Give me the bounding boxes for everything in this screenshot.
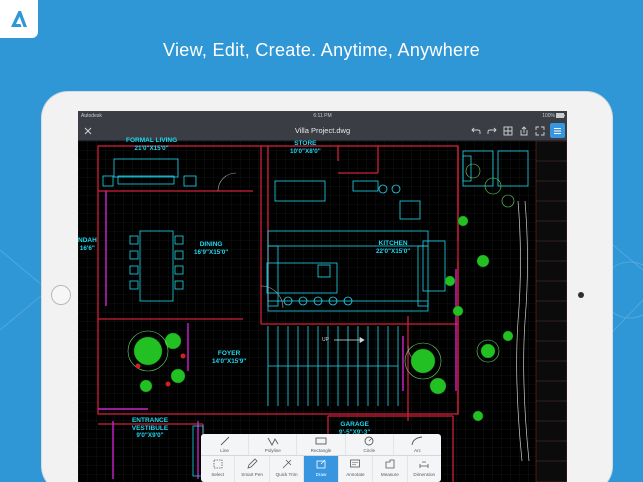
room-entrance-vestibule: ENTRANCE VESTIBULE 9'0"X9'0" (126, 417, 174, 440)
tool-label: Select (211, 472, 225, 477)
room-dims: 16'9"X15'0" (194, 248, 229, 256)
tool-label: Quick Trim (275, 472, 298, 477)
tool-quick-trim[interactable]: Quick Trim (270, 456, 305, 482)
tool-label: Smart Pen (241, 472, 263, 477)
arc-icon (411, 436, 423, 446)
room-name: STORE (294, 140, 317, 147)
circle-icon (364, 436, 374, 446)
headline: View, Edit, Create. Anytime, Anywhere (163, 40, 480, 60)
tool-circle[interactable]: Circle (346, 434, 394, 455)
tool-label: Arc (413, 448, 421, 453)
tool-measure[interactable]: Measure (373, 456, 408, 482)
room-name: NDAH (78, 237, 97, 244)
tool-label: Draw (315, 472, 327, 477)
status-bar: Autodesk 6:11 PM 100% (78, 111, 567, 120)
room-store: STORE 10'0"X8'0" (290, 140, 321, 155)
room-dims: 14'0"X15'9" (212, 357, 247, 365)
tool-arc[interactable]: Arc (394, 434, 441, 455)
app-screen: Autodesk 6:11 PM 100% Villa Project.dwg (78, 111, 567, 482)
tool-label: Annotate (346, 472, 365, 477)
room-dims: 9'0"X9'0" (136, 432, 164, 439)
cad-drawing-canvas[interactable]: FORMAL LIVING 21'0"X15'0" STORE 10'0"X8'… (78, 137, 567, 482)
fullscreen-icon[interactable] (532, 123, 547, 138)
measure-icon (385, 459, 395, 469)
stair-up-label: UP (322, 337, 329, 343)
tool-line[interactable]: Line (201, 434, 250, 455)
room-name: GARAGE (340, 421, 369, 428)
room-name: ENTRANCE VESTIBULE (131, 417, 169, 432)
autodesk-a-icon (11, 11, 27, 27)
room-kitchen: KITCHEN 22'0"X15'0" (376, 240, 410, 255)
tool-label: Polyline (264, 448, 281, 453)
room-foyer: FOYER 14'0"X15'9" (212, 350, 246, 365)
tool-dimension[interactable]: Dimension (408, 456, 441, 482)
home-button[interactable] (51, 285, 71, 305)
tool-draw[interactable]: Draw (304, 456, 339, 482)
tool-rectangle[interactable]: Rectangle (297, 434, 346, 455)
draw-icon (316, 459, 326, 469)
share-icon[interactable] (516, 123, 531, 138)
camera-dot (578, 292, 584, 298)
tool-select[interactable]: Select (201, 456, 236, 482)
line-icon (220, 436, 229, 446)
tool-smart-pen[interactable]: Smart Pen (235, 456, 270, 482)
room-verandah: NDAH 16'6" (78, 237, 97, 252)
room-name: KITCHEN (378, 240, 408, 247)
room-dining: DINING 16'9"X15'0" (194, 241, 228, 256)
polyline-icon (267, 437, 279, 446)
tool-annotate[interactable]: Annotate (339, 456, 374, 482)
battery-icon (556, 113, 565, 118)
quick-trim-icon (282, 459, 291, 469)
redo-icon[interactable] (484, 123, 499, 138)
annotate-icon (350, 459, 361, 468)
tool-label: Line (220, 448, 229, 453)
tool-label: Dimension (413, 472, 436, 477)
layers-grid-icon[interactable] (500, 123, 515, 138)
tool-label: Rectangle (310, 448, 332, 453)
select-icon (213, 459, 223, 469)
dimension-icon (419, 461, 429, 468)
autodesk-logo: A (0, 0, 38, 38)
room-name: FOYER (217, 350, 241, 357)
smart-pen-icon (247, 458, 258, 469)
undo-icon[interactable] (468, 123, 483, 138)
clock: 6:11 PM (313, 113, 332, 119)
room-name: FORMAL LIVING (126, 137, 178, 144)
room-formal-living: FORMAL LIVING 21'0"X15'0" (126, 137, 177, 152)
room-dims: 22'0"X15'0" (376, 247, 411, 255)
tool-polyline[interactable]: Polyline (249, 434, 298, 455)
draw-toolbar: Line Polyline Rectangle Circle Arc Selec… (201, 434, 441, 482)
menu-icon[interactable] (550, 123, 565, 138)
rectangle-icon (315, 437, 327, 445)
tool-label: Measure (380, 472, 399, 477)
room-dims: 21'0"X15'0" (134, 144, 169, 152)
room-dims: 16'6" (79, 244, 95, 252)
room-name: DINING (199, 241, 223, 248)
tool-label: Circle (363, 448, 376, 453)
battery-level: 100% (542, 113, 555, 119)
room-dims: 10'0"X8'0" (290, 147, 321, 155)
shape-tools-row: Line Polyline Rectangle Circle Arc (201, 434, 441, 456)
main-tools-row: Select Smart Pen Quick Trim Draw Annotat… (201, 456, 441, 482)
